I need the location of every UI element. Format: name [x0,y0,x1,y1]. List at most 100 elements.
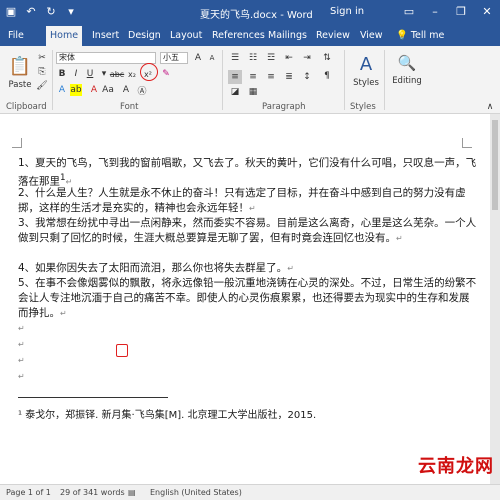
enclose-char-icon[interactable]: Ⓐ [136,84,148,97]
footnote-text[interactable]: ¹ 泰戈尔，郑振铎. 新月集·飞鸟集[M]. 北京理工大学出版社，2015. [18,406,316,421]
paste-icon[interactable]: 📋 [8,52,32,80]
divider [52,50,53,110]
superscript-highlight-circle [140,63,158,81]
divider [222,50,223,110]
divider [344,50,345,110]
font-size-combo[interactable]: 小五 [160,52,188,64]
subscript-icon[interactable]: x₂ [126,68,138,80]
justify-icon[interactable]: ≣ [282,70,296,84]
increase-indent-icon[interactable]: ⇥ [300,52,314,64]
close-icon[interactable]: ✕ [474,0,500,24]
ribbon-display-icon[interactable]: ▭ [396,0,422,24]
save-icon[interactable]: ▣ [4,4,18,20]
decrease-indent-icon[interactable]: ⇤ [282,52,296,64]
paragraph-5[interactable]: 5、在事不会像烟雾似的飘散，将永远像铅一般沉重地浇铸在心灵的深处。不过，日常生活… [18,276,478,321]
strikethrough-icon[interactable]: abc [110,68,124,80]
dropdown-icon[interactable]: ▾ [98,68,110,80]
shading-icon[interactable]: ◪ [228,86,242,98]
tab-view[interactable]: View [356,26,387,46]
bold-icon[interactable]: B [56,68,68,80]
group-label-clipboard: Clipboard [6,102,47,112]
shrink-font-icon[interactable]: A [206,52,218,64]
tab-insert[interactable]: Insert [88,26,123,46]
paragraph-4[interactable]: 4、如果你因失去了太阳而流泪，那么你也将失去群星了。↵ [18,261,478,276]
align-left-icon[interactable]: ≡ [228,70,242,84]
highlight-icon[interactable]: ab [70,84,82,96]
ribbon-home: 📋 Paste ✂ ⎘ 🖌 Clipboard 宋体 小五 A A B I U … [0,46,500,114]
paragraph-2[interactable]: 2、什么是人生？人生就是永不休止的奋斗！只有选定了目标，并在奋斗中感到自己的努力… [18,186,478,216]
scrollbar-thumb[interactable] [492,120,498,210]
group-label-font: Font [120,102,139,112]
window-title: 夏天的飞鸟.docx - Word [200,10,313,21]
clear-formatting-icon[interactable]: ✎ [160,68,172,80]
tab-mailings[interactable]: Mailings [264,26,311,46]
line-spacing-icon[interactable]: ↕ [300,70,314,84]
tab-review[interactable]: Review [312,26,354,46]
divider [384,50,385,110]
font-name-combo[interactable]: 宋体 [56,52,156,64]
ribbon-tabs: File Home Insert Design Layout Reference… [0,26,500,46]
undo-icon[interactable]: ↶ [24,4,38,20]
footnote-highlight-box [116,344,128,357]
paragraph-1[interactable]: 1、夏天的飞鸟，飞到我的窗前唱歌，又飞去了。秋天的黄叶，它们没有什么可唱，只叹息… [18,156,478,190]
underline-icon[interactable]: U [84,68,96,80]
char-shading-icon[interactable]: A [120,84,132,96]
tab-layout[interactable]: Layout [166,26,206,46]
format-painter-icon[interactable]: 🖌 [36,80,48,92]
bullets-icon[interactable]: ☰ [228,52,242,64]
paragraph-4-text: 4、如果你因失去了太阳而流泪，那么你也将失去群星了。 [18,262,288,274]
language-indicator[interactable]: English (United States) [150,488,242,497]
change-case-icon[interactable]: Aa [102,84,114,96]
tab-home[interactable]: Home [46,26,83,46]
editing-button-label: Editing [392,76,422,86]
text-effects-icon[interactable]: A [56,84,68,96]
borders-icon[interactable]: ▦ [246,86,260,98]
page-count[interactable]: Page 1 of 1 [6,488,51,497]
proofing-icon[interactable]: ▤ [128,488,136,497]
margin-corner-mark [12,138,22,148]
margin-corner-mark [462,138,472,148]
editing-icon[interactable]: 🔍 [396,52,418,74]
align-center-icon[interactable]: ≡ [246,70,260,84]
grow-font-icon[interactable]: A [192,52,204,64]
paragraph-1-text: 1、夏天的飞鸟，飞到我的窗前唱歌，又飞去了。秋天的黄叶，它们没有什么可唱，只叹息… [18,157,477,188]
status-bar: Page 1 of 1 29 of 341 words ▤ English (U… [0,484,500,500]
quick-access-toolbar: ▣ ↶ ↻ ▾ [4,4,78,20]
paragraph-3[interactable]: 3、我常想在纷扰中寻出一点闲静来，然而委实不容易。目前是这么离奇，心里是这么芜杂… [18,216,478,246]
show-marks-icon[interactable]: ¶ [320,70,334,82]
group-label-styles: Styles [350,102,376,112]
paragraph-mark: ↵ [60,309,67,318]
paragraph-5-text: 5、在事不会像烟雾似的飘散，将永远像铅一般沉重地浇铸在心灵的深处。不过，日常生活… [18,277,477,319]
tab-design[interactable]: Design [124,26,165,46]
empty-paragraph-mark: ↵ [18,356,25,365]
sort-icon[interactable]: ⇅ [320,52,334,64]
window-controls: ▭ – ❐ ✕ [396,0,500,24]
tab-file[interactable]: File [4,26,28,46]
customize-qat-icon[interactable]: ▾ [64,4,78,20]
minimize-icon[interactable]: – [422,0,448,24]
styles-icon[interactable]: A [354,52,378,76]
empty-paragraph-mark: ↵ [18,324,25,333]
watermark-logo: 云南龙网 [418,456,494,477]
copy-icon[interactable]: ⎘ [36,66,48,78]
tab-references[interactable]: References [208,26,269,46]
multilevel-list-icon[interactable]: ☲ [264,52,278,64]
cut-icon[interactable]: ✂ [36,52,48,64]
word-count[interactable]: 29 of 341 words [60,488,125,497]
sign-in-link[interactable]: Sign in [330,6,364,17]
styles-button-label: Styles [353,78,379,88]
paragraph-3-text: 3、我常想在纷扰中寻出一点闲静来，然而委实不容易。目前是这么离奇，心里是这么芜杂… [18,217,477,244]
numbering-icon[interactable]: ☷ [246,52,260,64]
redo-icon[interactable]: ↻ [44,4,58,20]
vertical-scrollbar[interactable] [490,114,500,484]
collapse-ribbon-icon[interactable]: ∧ [484,102,496,112]
italic-icon[interactable]: I [70,68,82,80]
restore-icon[interactable]: ❐ [448,0,474,24]
tab-tell-me[interactable]: 💡 Tell me [392,26,448,46]
font-color-icon[interactable]: A [88,84,100,96]
title-bar: ▣ ↶ ↻ ▾ 夏天的飞鸟.docx - Word Sign in ▭ – ❐ … [0,0,500,26]
footnote-separator [18,397,168,398]
group-label-paragraph: Paragraph [262,102,306,112]
empty-paragraph-mark: ↵ [18,372,25,381]
align-right-icon[interactable]: ≡ [264,70,278,84]
